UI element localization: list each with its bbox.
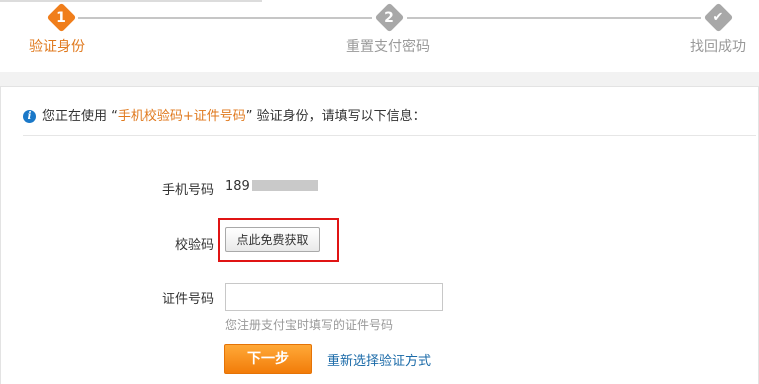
step-connector bbox=[407, 17, 701, 19]
step-connector bbox=[78, 17, 372, 19]
verification-panel: i 您正在使用 “手机校验码+证件号码” 验证身份，请填写以下信息： 手机号码 1… bbox=[0, 86, 759, 384]
checkmark-icon: ✔ bbox=[712, 10, 724, 25]
verification-notice: i 您正在使用 “手机校验码+证件号码” 验证身份，请填写以下信息： bbox=[23, 105, 426, 124]
info-icon: i bbox=[23, 110, 36, 123]
phone-label: 手机号码 bbox=[161, 183, 214, 198]
id-number-input[interactable] bbox=[225, 283, 443, 311]
id-hint: 您注册支付宝时填写的证件号码 bbox=[225, 318, 394, 332]
id-label: 证件号码 bbox=[161, 292, 214, 307]
step-1-label: 验证身份 bbox=[29, 39, 85, 55]
notice-prefix: 您正在使用 “ bbox=[42, 109, 118, 124]
notice-method: 手机校验码+证件号码 bbox=[117, 109, 246, 124]
phone-mask bbox=[251, 180, 318, 191]
divider bbox=[23, 135, 756, 136]
notice-suffix: ” 验证身份，请填写以下信息： bbox=[245, 109, 426, 124]
phone-prefix: 189 bbox=[225, 179, 250, 194]
progress-stepper: 1 验证身份 2 重置支付密码 ✔ 找回成功 bbox=[0, 0, 759, 72]
highlight-box bbox=[218, 218, 339, 262]
code-label: 校验码 bbox=[174, 238, 214, 253]
top-divider bbox=[0, 0, 262, 2]
phone-value: 189 bbox=[225, 179, 318, 194]
step-2-label: 重置支付密码 bbox=[346, 39, 430, 55]
step-3-label: 找回成功 bbox=[690, 39, 746, 55]
step-1-number: 1 bbox=[56, 10, 66, 26]
next-button[interactable]: 下一步 bbox=[224, 344, 312, 374]
step-2-number: 2 bbox=[384, 10, 394, 26]
reselect-method-link[interactable]: 重新选择验证方式 bbox=[327, 350, 431, 369]
